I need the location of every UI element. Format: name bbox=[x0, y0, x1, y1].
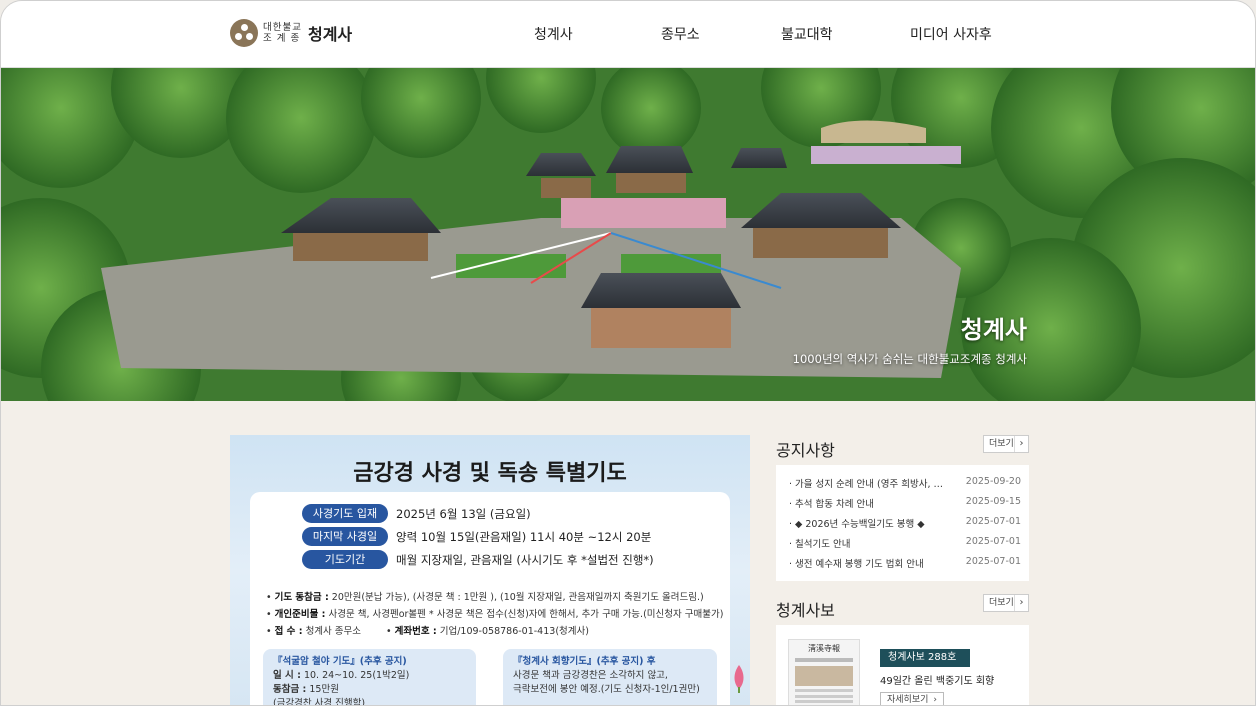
info-supplies-label: 개인준비물 : bbox=[274, 609, 326, 620]
notice-item-title-text: 가을 성지 순례 안내 (영주 희방사, … bbox=[795, 479, 944, 490]
info-reception: • 접 수 : 청계사 종무소 bbox=[266, 626, 362, 637]
notice-item-title-text: 생전 예수재 봉행 기도 법회 안내 bbox=[795, 559, 924, 570]
newsletter-more-button[interactable]: 더보기 › bbox=[983, 594, 1029, 612]
info-account: • 계좌번호 : 기업/109-058786-01-413(청계사) bbox=[386, 626, 589, 637]
box2-line2: 극락보전에 봉안 예정.(기도 신청자-1인/1권만) bbox=[513, 684, 700, 695]
notice-item-title: · 가을 성지 순례 안내 (영주 희방사, … bbox=[789, 479, 944, 490]
pill-last-value: 양력 10월 15일(관음재일) 11시 40분 ~12시 20분 bbox=[396, 530, 652, 544]
site-header: 대한불교 조 계 종 청계사 청계사 종무소 불교대학 미디어 사자후 bbox=[1, 1, 1255, 68]
notice-item-title: · 칠석기도 안내 bbox=[789, 539, 851, 550]
hero-title: 청계사 bbox=[960, 316, 1027, 344]
info-supplies-value: 사경문 책, 사경펜or볼펜 * 사경문 책은 접수(신청)자에 한해서, 추가… bbox=[328, 609, 724, 620]
info-box-seokguram: 『석굴암 철야 기도』(추후 공지) 일 시 : 10. 24~10. 25(1… bbox=[263, 649, 476, 706]
info-account-value: 기업/109-058786-01-413(청계사) bbox=[439, 626, 589, 637]
box1-line1-label: 일 시 : bbox=[273, 670, 301, 681]
newsletter-more-label: 더보기 bbox=[989, 598, 1014, 608]
paper-masthead: 淸溪寺報 bbox=[808, 644, 840, 653]
info-box-closing: 『청계사 회향기도』(추후 공지) 후 사경문 책과 금강경찬은 소각하지 않고… bbox=[503, 649, 717, 705]
newsletter-card: 淸溪寺報 청계사보 288호 49일간 올린 백중기도 회향 자세히보기 › bbox=[776, 625, 1029, 705]
info-supplies: • 개인준비물 : 사경문 책, 사경펜or볼펜 * 사경문 책은 접수(신청)… bbox=[266, 609, 724, 620]
info-fee-label: 기도 동참금 : bbox=[274, 592, 329, 603]
logo-line2: 조 계 종 bbox=[263, 33, 301, 44]
box1-line2-value: 15만원 bbox=[309, 684, 339, 695]
newsletter-issue-tag: 청계사보 288호 bbox=[880, 649, 970, 667]
box1-title: 『석굴암 철야 기도』(추후 공지) bbox=[273, 656, 407, 667]
notice-list: · 가을 성지 순례 안내 (영주 희방사, … 2025-09-20 · 추석… bbox=[776, 465, 1029, 581]
temple-aerial-image bbox=[1, 68, 1255, 401]
newsletter-title: 청계사보 bbox=[776, 601, 835, 620]
notice-item-title: · 추석 합동 차례 안내 bbox=[789, 499, 875, 510]
nav-item-office[interactable]: 종무소 bbox=[661, 24, 700, 44]
box1-line2: 동참금 : 15만원 bbox=[273, 683, 466, 697]
box2-title: 『청계사 회향기도』(추후 공지) 후 bbox=[513, 656, 656, 667]
pill-period-value: 매월 지장재일, 관음재일 (사시기도 후 *설법전 진행*) bbox=[396, 553, 654, 567]
box1-line3: (금강경찬 사경 진행함) bbox=[273, 698, 366, 706]
nav-item-media[interactable]: 미디어 사자후 bbox=[910, 24, 992, 44]
newsletter-detail-label: 자세히보기 bbox=[887, 695, 929, 705]
notice-title: 공지사항 bbox=[776, 441, 835, 460]
notice-item-title: · 생전 예수재 봉행 기도 법회 안내 bbox=[789, 559, 924, 570]
info-reception-label: 접 수 : bbox=[274, 626, 303, 637]
dharma-emblem-icon bbox=[230, 19, 258, 47]
notice-item-date: 2025-07-01 bbox=[965, 516, 1021, 527]
newsletter-headline: 49일간 올린 백중기도 회향 bbox=[880, 676, 995, 687]
box2-line1: 사경문 책과 금강경찬은 소각하지 않고, bbox=[513, 670, 668, 681]
info-fee-value: 20만원(분납 가능), (사경문 책 : 1만원 ), (10월 지장재일, … bbox=[331, 592, 704, 603]
hero-subtitle: 1000년의 역사가 숨쉬는 대한불교조계종 청계사 bbox=[792, 352, 1027, 366]
browser-frame: 대한불교 조 계 종 청계사 청계사 종무소 불교대학 미디어 사자후 청계사 … bbox=[0, 0, 1256, 706]
banner-title: 금강경 사경 및 독송 특별기도 bbox=[353, 461, 627, 486]
site-logo[interactable]: 대한불교 조 계 종 청계사 bbox=[230, 19, 352, 47]
info-fee: • 기도 동참금 : 20만원(분납 가능), (사경문 책 : 1만원 ), … bbox=[266, 592, 704, 603]
notice-item-date: 2025-07-01 bbox=[965, 556, 1021, 567]
pill-period-label: 기도기간 bbox=[302, 550, 388, 569]
hero-banner: 청계사 1000년의 역사가 숨쉬는 대한불교조계종 청계사 bbox=[1, 68, 1255, 401]
notice-more-button[interactable]: 더보기 › bbox=[983, 435, 1029, 453]
newsletter-cover-image[interactable]: 淸溪寺報 bbox=[788, 639, 860, 705]
notice-item-title-text: 추석 합동 차례 안내 bbox=[795, 499, 875, 510]
chevron-right-icon: › bbox=[933, 695, 937, 705]
chevron-right-icon: › bbox=[1014, 595, 1028, 611]
nav-item-cheonggyesa[interactable]: 청계사 bbox=[534, 24, 573, 44]
nav-item-buddhist-college[interactable]: 불교대학 bbox=[781, 24, 833, 44]
logo-temple-name: 청계사 bbox=[307, 25, 353, 44]
pill-start-value: 2025년 6월 13일 (금요일) bbox=[396, 507, 531, 521]
logo-line1: 대한불교 bbox=[263, 22, 302, 33]
newsletter-detail-button[interactable]: 자세히보기 › bbox=[880, 692, 944, 705]
notice-item-date: 2025-09-15 bbox=[965, 496, 1021, 507]
pill-start-label: 사경기도 입재 bbox=[302, 504, 388, 523]
info-reception-value: 청계사 종무소 bbox=[305, 626, 362, 637]
notice-item-date: 2025-09-20 bbox=[965, 476, 1021, 487]
box1-line2-label: 동참금 : bbox=[273, 684, 307, 695]
notice-item-date: 2025-07-01 bbox=[965, 536, 1021, 547]
notice-item-title-text: ◆ 2026년 수능백일기도 봉행 ◆ bbox=[795, 519, 925, 530]
lotus-icon bbox=[734, 665, 744, 693]
box1-line1: 일 시 : 10. 24~10. 25(1박2일) bbox=[273, 669, 466, 683]
box1-line1-value: 10. 24~10. 25(1박2일) bbox=[303, 670, 410, 681]
logo-order-name: 대한불교 조 계 종 bbox=[263, 22, 302, 44]
notice-more-label: 더보기 bbox=[989, 439, 1014, 449]
pill-last-label: 마지막 사경일 bbox=[302, 527, 388, 546]
info-account-label: 계좌번호 : bbox=[394, 626, 437, 637]
chevron-right-icon: › bbox=[1014, 436, 1028, 452]
event-banner[interactable]: 금강경 사경 및 독송 특별기도 사경기도 입재 2025년 6월 13일 (금… bbox=[230, 435, 750, 706]
notice-item-title-text: 칠석기도 안내 bbox=[795, 539, 851, 550]
notice-item-title: · ◆ 2026년 수능백일기도 봉행 ◆ bbox=[789, 519, 925, 530]
